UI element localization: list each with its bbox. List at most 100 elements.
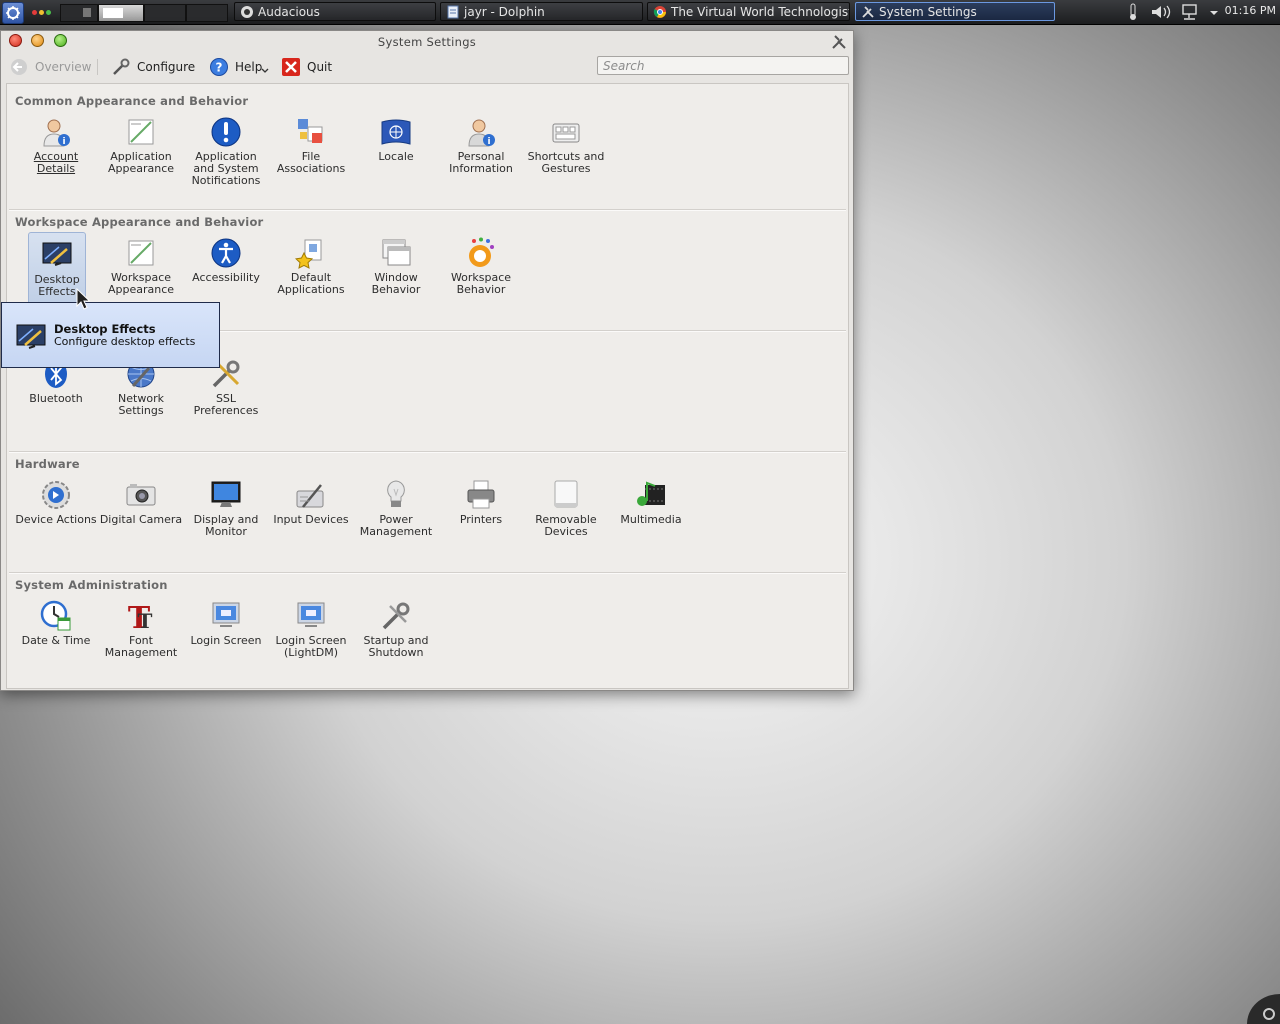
help-icon: ?	[210, 58, 228, 76]
login-screen-lightdm-icon	[297, 602, 325, 627]
item-input-devices[interactable]: Input Devices	[269, 473, 353, 547]
item-label: Startup and Shutdown	[363, 634, 429, 659]
item-locale[interactable]: Locale	[354, 110, 438, 184]
multimedia-icon	[637, 481, 665, 506]
item-file-associations[interactable]: File Associations	[269, 110, 353, 184]
pager-desktop-3[interactable]	[144, 4, 186, 22]
item-accessibility[interactable]: Accessibility	[184, 231, 268, 305]
item-label: Locale	[378, 150, 414, 163]
item-label: Digital Camera	[99, 513, 183, 526]
item-workspace-appearance[interactable]: Workspace Appearance	[99, 231, 183, 305]
notifications-icon	[211, 117, 241, 147]
svg-text:i: i	[62, 137, 65, 147]
system-settings-icon	[862, 6, 874, 18]
clock[interactable]: 01:16 PM	[1225, 3, 1276, 19]
item-notifications[interactable]: Application and System Notifications	[184, 110, 268, 187]
pager-desktop-1[interactable]	[60, 4, 98, 22]
item-login-screen-lightdm[interactable]: Login Screen (LightDM)	[269, 594, 353, 668]
pager-desktop-4[interactable]	[186, 4, 228, 22]
item-login-screen[interactable]: Login Screen	[184, 594, 268, 668]
task-system-settings[interactable]: System Settings	[855, 2, 1055, 21]
overview-label: Overview	[35, 60, 92, 74]
configure-button[interactable]: Configure	[111, 56, 199, 78]
tooltip-title: Desktop Effects	[54, 322, 156, 336]
configure-label: Configure	[137, 60, 196, 74]
item-device-actions[interactable]: Device Actions	[14, 473, 98, 547]
item-date-time[interactable]: Date & Time	[14, 594, 98, 668]
section-system-administration: System Administration Date & Time TT Fon…	[7, 572, 848, 688]
item-label: Device Actions	[15, 513, 97, 526]
item-label: Default Applications	[277, 271, 345, 296]
chrome-icon	[653, 6, 666, 18]
task-dolphin[interactable]: jayr - Dolphin	[440, 2, 643, 21]
item-power-management[interactable]: Power Management	[354, 473, 438, 547]
item-shortcuts-gestures[interactable]: Shortcuts and Gestures	[524, 110, 608, 184]
task-label: Audacious	[258, 5, 320, 19]
date-time-icon	[40, 600, 71, 631]
tray-expand-icon[interactable]	[1208, 3, 1220, 21]
svg-text:T: T	[138, 609, 153, 632]
item-account-details[interactable]: i Account Details	[14, 110, 98, 184]
volume-icon[interactable]	[1150, 3, 1174, 21]
quit-button[interactable]: Quit	[281, 56, 335, 78]
task-label: jayr - Dolphin	[464, 5, 545, 19]
item-workspace-behavior[interactable]: Workspace Behavior	[439, 231, 523, 305]
workspace-appearance-icon	[128, 240, 154, 266]
section-separator	[9, 209, 846, 211]
section-title: System Administration	[15, 578, 168, 592]
overview-button[interactable]: Overview	[9, 56, 92, 78]
item-label: Workspace Behavior	[450, 271, 512, 296]
task-audacious[interactable]: Audacious	[234, 2, 436, 21]
item-printers[interactable]: Printers	[439, 473, 523, 547]
item-label: Window Behavior	[371, 271, 421, 296]
item-label: Account Details	[33, 150, 79, 175]
window-menu-icon[interactable]	[831, 34, 847, 50]
item-removable-devices[interactable]: Removable Devices	[524, 473, 608, 547]
kde-logo-icon	[6, 6, 20, 20]
item-window-behavior[interactable]: Window Behavior	[354, 231, 438, 305]
display-monitor-icon	[211, 481, 241, 507]
title-bar[interactable]: System Settings	[1, 31, 853, 53]
settings-content: Common Appearance and Behavior i Account…	[6, 83, 849, 689]
audacious-icon	[241, 6, 253, 18]
application-launcher-button[interactable]	[2, 2, 24, 24]
item-startup-shutdown[interactable]: Startup and Shutdown	[354, 594, 438, 668]
item-font-management[interactable]: TT Font Management	[99, 594, 183, 668]
item-label: SSL Preferences	[193, 392, 259, 417]
pager-desktop-2[interactable]	[98, 4, 144, 22]
item-personal-information[interactable]: i Personal Information	[439, 110, 523, 184]
thermometer-icon[interactable]	[1126, 3, 1140, 21]
item-label: Input Devices	[273, 513, 349, 526]
item-multimedia[interactable]: Multimedia	[609, 473, 693, 547]
item-label: Removable Devices	[535, 513, 597, 538]
section-title: Hardware	[15, 457, 80, 471]
search-input[interactable]	[597, 56, 849, 75]
workspace-behavior-icon	[469, 237, 494, 267]
item-default-applications[interactable]: Default Applications	[269, 231, 353, 305]
help-button[interactable]: ? Help	[209, 56, 273, 78]
default-applications-icon	[295, 239, 322, 269]
item-label: Login Screen	[190, 634, 262, 647]
item-label: Printers	[459, 513, 503, 526]
item-display-monitor[interactable]: Display and Monitor	[184, 473, 268, 547]
activity-dots[interactable]	[30, 9, 54, 17]
item-label: Workspace Appearance	[107, 271, 175, 296]
help-label: Help	[235, 60, 263, 74]
toolbar-separator	[97, 59, 98, 75]
task-chrome[interactable]: The Virtual World Technologist	[647, 2, 850, 21]
input-devices-icon	[296, 484, 324, 508]
item-application-appearance[interactable]: Application Appearance	[99, 110, 183, 184]
item-label: Display and Monitor	[193, 513, 259, 538]
startup-shutdown-icon	[382, 602, 410, 630]
window-title: System Settings	[377, 35, 477, 49]
digital-camera-icon	[126, 484, 156, 506]
device-actions-icon	[42, 481, 70, 509]
section-title: Workspace Appearance and Behavior	[15, 215, 264, 229]
mouse-cursor-icon	[76, 288, 90, 310]
desktop-toolbox-icon[interactable]	[1247, 994, 1280, 1024]
application-appearance-icon	[128, 119, 154, 145]
item-digital-camera[interactable]: Digital Camera	[99, 473, 183, 547]
desktop-effects-icon	[16, 324, 46, 349]
network-icon[interactable]	[1180, 3, 1200, 21]
item-label: Date & Time	[21, 634, 91, 647]
